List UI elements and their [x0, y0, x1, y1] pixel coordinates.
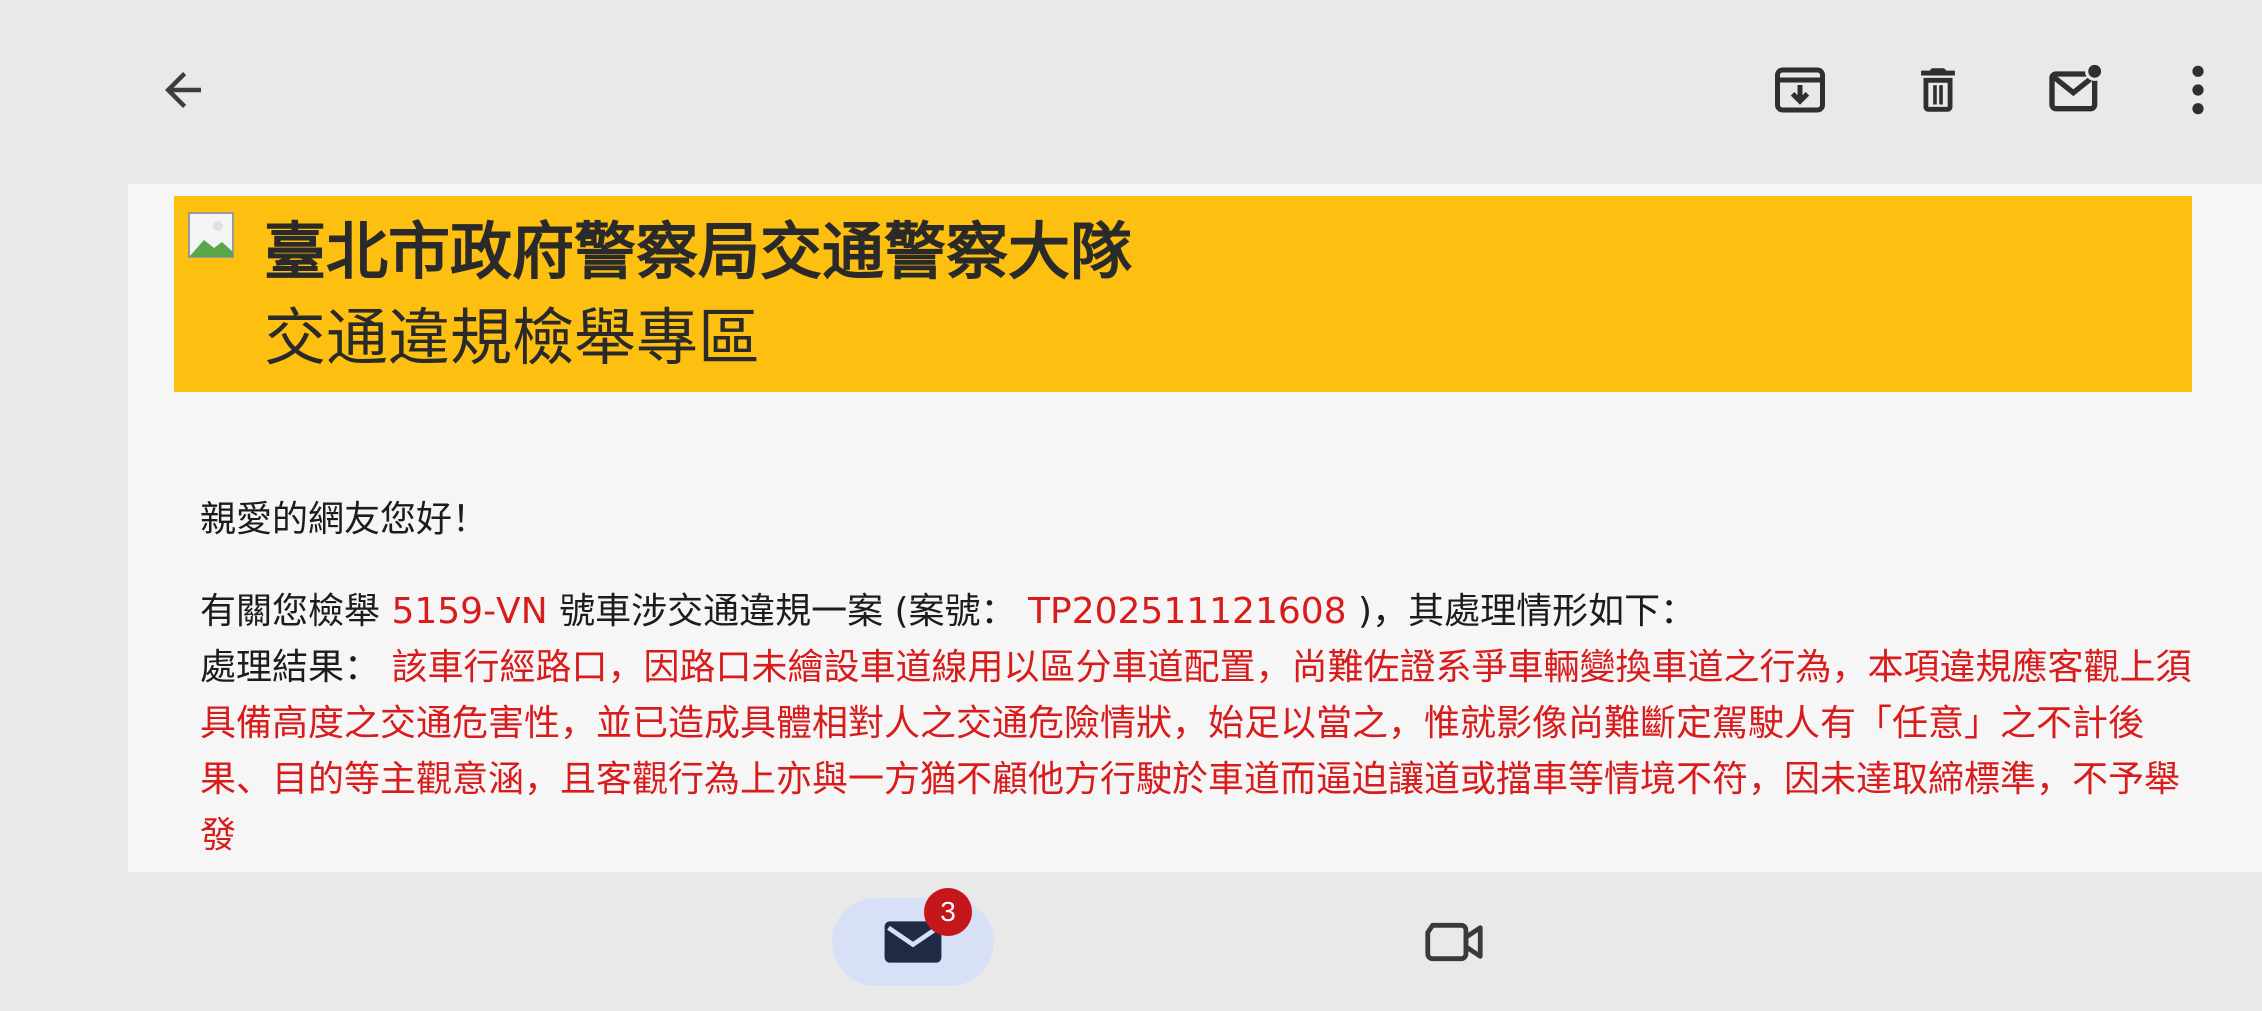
- mark-unread-icon[interactable]: [2036, 50, 2116, 130]
- banner-title: 臺北市政府警察局交通警察大隊: [264, 215, 1133, 288]
- plate-number: 5159-VN: [391, 591, 548, 632]
- case-prefix: 有關您檢舉: [200, 591, 392, 632]
- email-text: 親愛的網友您好！ 有關您檢舉 5159-VN 號車涉交通違規一案 (案號： TP…: [200, 492, 2200, 864]
- case-number: TP202511121608: [1028, 591, 1347, 632]
- case-summary-line: 有關您檢舉 5159-VN 號車涉交通違規一案 (案號： TP202511121…: [200, 584, 2200, 640]
- arrow-back-icon[interactable]: [143, 50, 223, 130]
- case-suffix: )，其處理情形如下：: [1346, 591, 1697, 632]
- broken-image-icon: [188, 212, 234, 258]
- more-vert-icon[interactable]: [2158, 50, 2238, 130]
- result-paragraph: 處理結果： 該車行經路口，因路口未繪設車道線用以區分車道配置，尚難佐證系爭車輛變…: [200, 640, 2200, 864]
- archive-icon[interactable]: [1760, 50, 1840, 130]
- header-banner: 臺北市政府警察局交通警察大隊 交通違規檢舉專區: [174, 196, 2192, 392]
- delete-icon[interactable]: [1898, 50, 1978, 130]
- result-text: 該車行經路口，因路口未繪設車道線用以區分車道配置，尚難佐證系爭車輛變換車道之行為…: [200, 647, 2192, 856]
- email-body[interactable]: 臺北市政府警察局交通警察大隊 交通違規檢舉專區 親愛的網友您好！ 有關您檢舉 5…: [128, 184, 2262, 872]
- result-label: 處理結果：: [200, 647, 392, 688]
- case-mid: 號車涉交通違規一案 (案號：: [547, 591, 1029, 632]
- unread-count-badge: 3: [924, 888, 972, 936]
- nav-meet-tab[interactable]: [1414, 902, 1494, 982]
- banner-subtitle: 交通違規檢舉專區: [264, 301, 761, 374]
- bottom-navigation: 3: [0, 872, 2262, 1011]
- top-app-bar: [0, 0, 2262, 184]
- videocam-icon: [1425, 922, 1483, 962]
- greeting: 親愛的網友您好！: [200, 499, 489, 540]
